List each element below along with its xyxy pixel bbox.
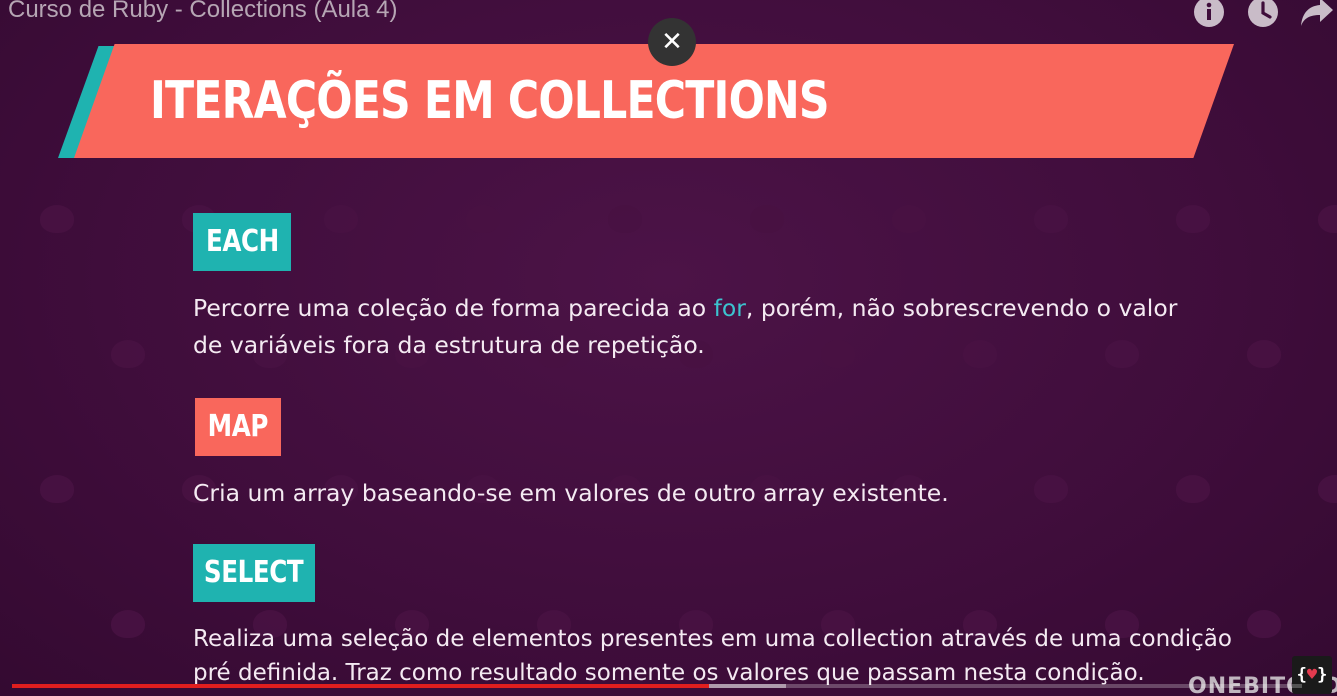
map-description: Cria um array baseando-se em valores de …	[193, 479, 949, 507]
progress-played	[12, 684, 709, 688]
info-icon[interactable]	[1193, 0, 1225, 28]
each-description-line-2: de variáveis fora da estrutura de repeti…	[193, 331, 705, 359]
pattern-heart	[111, 340, 145, 368]
tag-each: EACH	[193, 213, 291, 271]
each-text-after: , porém, não sobrescrevendo o valor	[745, 294, 1178, 322]
pattern-heart	[1176, 475, 1210, 503]
close-button[interactable]: ✕	[648, 18, 696, 66]
pattern-heart	[1318, 205, 1337, 233]
heart-icon: ♥	[1306, 665, 1318, 685]
progress-buffered	[708, 684, 786, 688]
tag-each-label: EACH	[205, 224, 279, 259]
pattern-heart	[1034, 205, 1068, 233]
pattern-heart	[1247, 610, 1281, 638]
pattern-heart	[111, 610, 145, 638]
pattern-heart	[963, 340, 997, 368]
tag-map: MAP	[195, 398, 281, 456]
pattern-heart	[1105, 340, 1139, 368]
pattern-heart	[1318, 475, 1337, 503]
each-description-line-1: Percorre uma coleção de forma parecida a…	[193, 290, 1177, 327]
pattern-heart	[1176, 205, 1210, 233]
video-title[interactable]: Curso de Ruby - Collections (Aula 4)	[8, 0, 398, 26]
select-description-line-1: Realiza uma seleção de elementos present…	[193, 626, 1232, 652]
logo-brace-right: }	[1317, 665, 1328, 685]
pattern-heart	[821, 340, 855, 368]
pattern-heart	[608, 205, 642, 233]
each-keyword-for: for	[713, 294, 746, 322]
pattern-heart	[1247, 340, 1281, 368]
pattern-heart	[40, 475, 74, 503]
pattern-heart	[1034, 475, 1068, 503]
channel-logo[interactable]: {♥}	[1292, 656, 1332, 694]
slide-title: ITERAÇÕES EM COLLECTIONS	[150, 71, 830, 131]
clock-icon[interactable]	[1247, 0, 1279, 28]
each-text-before: Percorre uma coleção de forma parecida a…	[193, 294, 714, 322]
video-frame[interactable]: ITERAÇÕES EM COLLECTIONS EACH Percorre u…	[0, 0, 1337, 696]
tag-select-label: SELECT	[204, 555, 304, 590]
pattern-heart	[40, 205, 74, 233]
share-icon[interactable]	[1300, 0, 1333, 28]
pattern-heart	[324, 205, 358, 233]
pattern-heart	[892, 205, 926, 233]
tag-map-label: MAP	[207, 409, 269, 444]
progress-bar[interactable]	[12, 684, 1302, 688]
tag-select: SELECT	[193, 544, 315, 602]
pattern-heart	[750, 205, 784, 233]
logo-brace-left: {	[1296, 665, 1307, 685]
close-icon: ✕	[661, 27, 683, 57]
pattern-heart	[466, 205, 500, 233]
